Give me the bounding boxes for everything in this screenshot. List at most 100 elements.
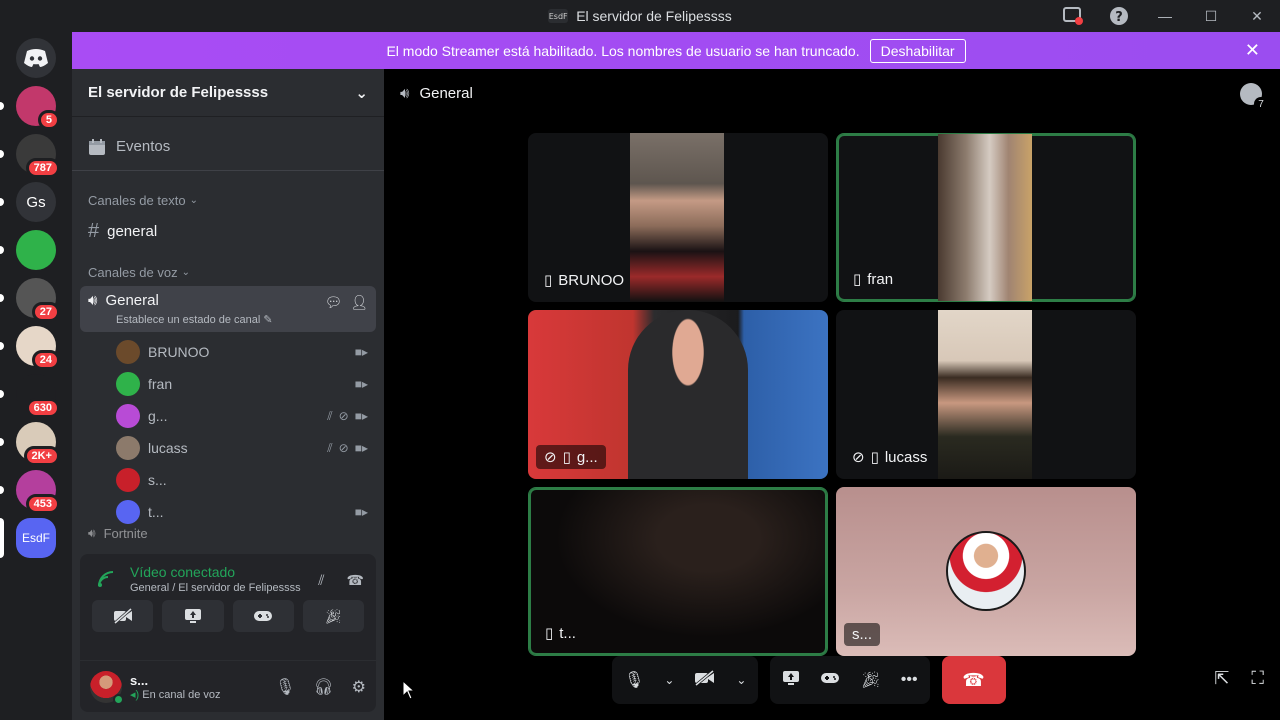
video-tile-s[interactable]: s...: [836, 487, 1136, 656]
soundboard-button[interactable]: 🎉︎: [302, 600, 364, 632]
title-bar: EsdF El servidor de Felipessss ? — ☐ ✕: [0, 0, 1280, 32]
close-icon[interactable]: ✕: [1245, 40, 1260, 61]
voice-user[interactable]: g... ⫽ ⊘ ■▸: [116, 400, 368, 432]
activity-chat-icon[interactable]: 7: [1240, 83, 1268, 111]
avatar: [116, 500, 140, 524]
fullscreen-icon[interactable]: ⛶: [1251, 668, 1264, 689]
voice-user[interactable]: lucass ⫽ ⊘ ■▸: [116, 432, 368, 464]
signal-icon[interactable]: [92, 565, 120, 593]
voice-user[interactable]: BRUNOO ■▸: [116, 336, 368, 368]
chevron-down-icon[interactable]: ⌄: [664, 673, 674, 687]
user-bar: s... ◂) En canal de voz 🎙︎ 🎧︎ ⚙︎: [80, 660, 376, 712]
video-tile-g[interactable]: ⊘ ▯ g...: [528, 310, 828, 479]
unread-indicator: [0, 486, 4, 494]
unread-indicator: [0, 294, 4, 302]
camera-off-button[interactable]: [92, 600, 154, 632]
voice-user-name: fran: [148, 376, 173, 392]
server-icon[interactable]: 453: [16, 470, 60, 514]
voice-user[interactable]: s...: [116, 464, 368, 496]
video-tile-lucass[interactable]: ⊘ ▯ lucass: [836, 310, 1136, 479]
events-item[interactable]: Eventos: [72, 123, 384, 171]
maximize-button[interactable]: ☐: [1188, 0, 1234, 32]
voice-user[interactable]: fran ■▸: [116, 368, 368, 400]
mic-camera-group: 🎙︎ ⌄ ⌄: [612, 656, 759, 704]
hang-up-button[interactable]: ☎: [941, 656, 1006, 704]
mention-badge: 24: [31, 350, 60, 370]
close-window-button[interactable]: ✕: [1234, 0, 1280, 32]
online-status-dot: [113, 693, 124, 705]
chat-bubble-icon[interactable]: 💬︎: [324, 294, 342, 311]
voice-user[interactable]: t... ■▸: [116, 496, 368, 528]
stage-channel-name: General: [419, 84, 473, 102]
text-category-header[interactable]: Canales de texto ⌄: [72, 193, 384, 208]
server-rail: 5 787 Gs 27 24 630 2K+ 453 EsdF: [0, 32, 72, 720]
video-camera-icon: ■▸: [354, 440, 368, 455]
server-icon[interactable]: Gs: [16, 182, 56, 222]
chevron-down-icon[interactable]: ⌄: [736, 673, 746, 687]
channel-general-text[interactable]: # general: [80, 214, 376, 249]
video-tile-brunoo[interactable]: ▯ BRUNOO: [528, 133, 828, 302]
help-icon[interactable]: ?: [1096, 0, 1142, 32]
server-icon[interactable]: 27: [16, 278, 60, 322]
voice-user-name: g...: [148, 408, 168, 424]
tile-label: ▯ BRUNOO: [544, 271, 625, 290]
activity-gamepad-button[interactable]: [232, 600, 294, 632]
speaker-icon: 🔊︎: [88, 292, 98, 309]
video-tile-fran[interactable]: ▯ fran: [836, 133, 1136, 302]
more-icon[interactable]: •••: [901, 671, 918, 689]
svg-text:?: ?: [1115, 10, 1123, 25]
mobile-icon: ▯: [562, 449, 571, 466]
video-feed: [630, 133, 724, 302]
mention-badge: 27: [31, 302, 60, 322]
discord-home-icon[interactable]: [16, 38, 56, 78]
mention-badge: 5: [37, 110, 60, 130]
stage-extra-controls: ⇱ ⛶: [1214, 668, 1264, 689]
server-icon[interactable]: EsdF: [16, 518, 56, 558]
user-name: s...: [130, 672, 149, 688]
server-icon[interactable]: 2K+: [16, 422, 60, 466]
video-camera-icon: ■▸: [354, 408, 368, 423]
unread-indicator: [0, 198, 4, 206]
screen-share-icon[interactable]: [782, 670, 800, 691]
microphone-icon[interactable]: 🎙︎: [624, 670, 644, 690]
soundboard-icon[interactable]: 🎉︎: [860, 670, 880, 690]
microphone-icon[interactable]: 🎙︎: [275, 677, 295, 697]
channel-status-hint[interactable]: Establece un estado de canal ✎: [88, 313, 368, 326]
channel-fortnite-voice[interactable]: 🔊︎ Fortnite: [80, 528, 376, 542]
mobile-icon: ▯: [853, 271, 862, 288]
screen-share-button[interactable]: [162, 600, 224, 632]
video-feed: [628, 310, 748, 479]
camera-off-icon[interactable]: [694, 669, 716, 691]
avatar[interactable]: [90, 670, 124, 705]
voice-category-header[interactable]: Canales de voz ⌄: [72, 265, 384, 280]
voice-location-text[interactable]: General / El servidor de Felipessss: [130, 582, 301, 594]
server-icon[interactable]: [16, 230, 56, 270]
server-icon[interactable]: 787: [16, 134, 60, 178]
server-header[interactable]: El servidor de Felipessss ⌄: [72, 69, 384, 117]
voice-channel-general[interactable]: 🔊︎ General Establece un estado de canal …: [80, 286, 376, 332]
headphones-icon[interactable]: 🎧︎: [313, 677, 333, 697]
voice-user-name: t...: [148, 504, 164, 520]
disconnect-icon[interactable]: ☎: [347, 572, 364, 589]
invite-user-icon[interactable]: 👤︎: [350, 294, 368, 311]
noise-suppression-icon[interactable]: ⫽: [318, 572, 324, 589]
camera-off-icon: ⊘: [338, 440, 349, 455]
tile-label: ⊘ ▯ lucass: [852, 448, 928, 467]
hashtag-icon: #: [88, 220, 100, 242]
inbox-icon[interactable]: [1050, 0, 1096, 32]
user-info[interactable]: s... ◂) En canal de voz: [130, 673, 221, 701]
gear-icon[interactable]: ⚙︎: [352, 677, 366, 697]
server-icon[interactable]: 630: [16, 374, 60, 418]
server-icon[interactable]: 5: [16, 86, 60, 130]
video-tile-t[interactable]: ▯ t...: [528, 487, 828, 656]
gamepad-icon[interactable]: [820, 671, 840, 690]
minimize-button[interactable]: —: [1142, 0, 1188, 32]
avatar: [116, 404, 140, 428]
unread-indicator: [0, 150, 4, 158]
voice-user-list: BRUNOO ■▸ fran ■▸ g... ⫽ ⊘ ■▸ lucass ⫽ ⊘ ■▸ s... t...…: [72, 336, 384, 528]
server-icon[interactable]: 24: [16, 326, 60, 370]
disable-streamer-button[interactable]: Deshabilitar: [869, 38, 966, 63]
pop-out-icon[interactable]: ⇱: [1214, 668, 1229, 689]
voice-status-text: Vídeo conectado: [130, 564, 236, 580]
server-initials: EsdF: [21, 531, 50, 545]
